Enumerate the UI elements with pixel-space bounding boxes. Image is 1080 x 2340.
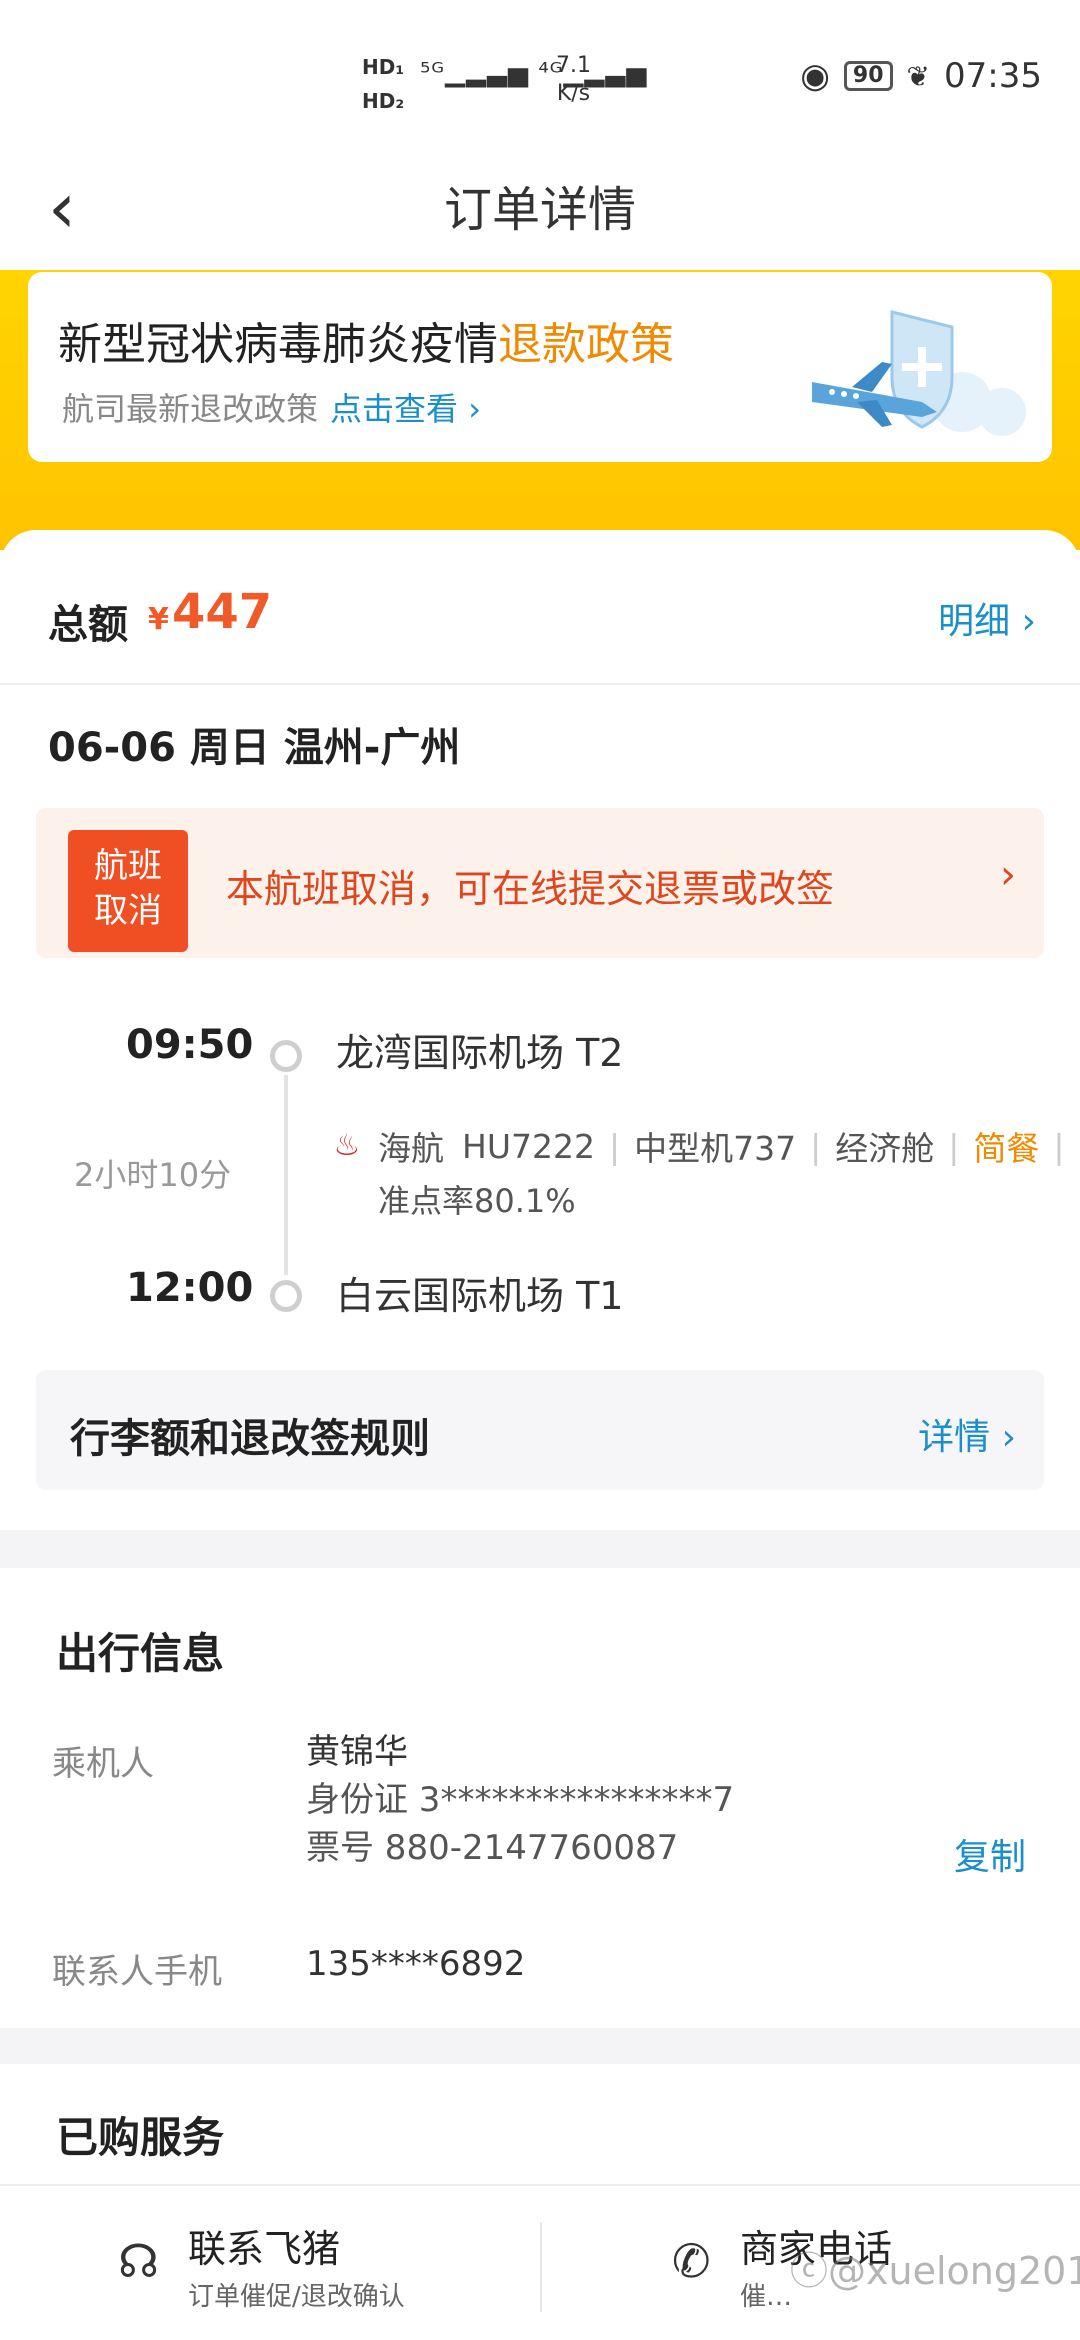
airline-logo-icon: ♨ bbox=[333, 1128, 361, 1163]
baggage-rules-row[interactable]: 行李额和退改签规则 详情 › bbox=[36, 1370, 1044, 1490]
hd-voice-indicator: HD₁ HD₂ bbox=[362, 50, 404, 118]
arrival-node-icon bbox=[270, 1280, 302, 1312]
total-amount: 447 bbox=[172, 584, 273, 640]
separator: | bbox=[948, 1126, 960, 1166]
flight-duration: 2小时10分 bbox=[74, 1156, 232, 1194]
network-speed: 7.1 K/s bbox=[556, 52, 591, 108]
aircraft-type: 中型机737 bbox=[634, 1129, 797, 1168]
id-card: 身份证 3****************7 bbox=[306, 1780, 735, 1820]
watermark: ⓒ@xuelong2018 bbox=[790, 2249, 1080, 2293]
cancel-badge-line1: 航班 bbox=[94, 846, 162, 886]
airline-name: 海航 bbox=[378, 1129, 444, 1168]
travel-info-section: 出行信息 乘机人 黄锦华 身份证 3****************7 票号 8… bbox=[0, 1568, 1080, 2028]
chevron-right-icon: › bbox=[1000, 852, 1016, 898]
meal-type: 简餐 bbox=[973, 1129, 1040, 1168]
currency-symbol: ¥ bbox=[148, 602, 169, 637]
cancel-badge-line2: 取消 bbox=[94, 891, 162, 931]
phone-icon: ✆ bbox=[672, 2234, 711, 2288]
departure-node-icon bbox=[270, 1040, 302, 1072]
leaf-icon: ❦ bbox=[906, 59, 931, 93]
rules-title: 行李额和退改签规则 bbox=[70, 1416, 430, 1462]
cabin-class: 经济舱 bbox=[835, 1129, 935, 1168]
contact-subtitle: 订单催促/退改确认 bbox=[188, 2282, 405, 2312]
separator: | bbox=[1053, 1126, 1065, 1166]
hd2-label: HD₂ bbox=[362, 89, 405, 113]
battery-icon: 90 bbox=[843, 61, 893, 91]
shield-plane-illustration bbox=[812, 310, 1026, 436]
section-divider bbox=[0, 1530, 1080, 1568]
contact-phone: 135****6892 bbox=[306, 1944, 526, 1984]
separator: | bbox=[810, 1126, 822, 1166]
speed-value: 7.1 bbox=[556, 53, 591, 78]
signal-icon: ⁵ᴳ▁▂▃▅ ⁴ᴳ▁▂▃▅ bbox=[420, 58, 648, 88]
nav-header: ‹ 订单详情 bbox=[0, 150, 1080, 270]
contact-fliggy-button[interactable]: ☊ 联系飞猪 订单催促/退改确认 bbox=[0, 2186, 540, 2340]
hd1-label: HD₁ bbox=[362, 55, 405, 79]
view-policy-link[interactable]: 点击查看 › bbox=[330, 390, 481, 428]
on-time-rate: 准点率80.1% bbox=[378, 1182, 576, 1220]
banner-subtitle-text: 航司最新退改政策 bbox=[62, 390, 319, 428]
order-card: 总额 ¥ 447 明细 › 06-06 周日 温州-广州 航班 取消 本航班取消… bbox=[0, 530, 1080, 1530]
section-divider bbox=[0, 2028, 1080, 2064]
banner-title-main: 新型冠状病毒肺炎疫情 bbox=[58, 319, 498, 370]
total-label: 总额 bbox=[48, 602, 128, 648]
eye-icon: ◉ bbox=[800, 56, 830, 96]
merchant-subtitle: 催… bbox=[740, 2282, 793, 2312]
total-row: 总额 ¥ 447 明细 › bbox=[0, 530, 1080, 685]
departure-airport: 龙湾国际机场 T2 bbox=[336, 1031, 624, 1075]
contact-label: 联系人手机 bbox=[52, 1952, 222, 1992]
departure-time: 09:50 bbox=[126, 1022, 254, 1068]
section-title: 出行信息 bbox=[56, 1629, 225, 1678]
contact-title: 联系飞猪 bbox=[188, 2227, 341, 2271]
timeline-line bbox=[284, 1075, 288, 1275]
page-title: 订单详情 bbox=[443, 182, 636, 238]
flight-info: ♨ 海航 HU7222 | 中型机737 | 经济舱 | 简餐 | bbox=[330, 1122, 1078, 1170]
status-right: ◉ 90 ❦ 07:35 bbox=[800, 56, 1042, 96]
flight-cancel-notice[interactable]: 航班 取消 本航班取消，可在线提交退票或改签 › bbox=[36, 808, 1044, 958]
banner-title: 新型冠状病毒肺炎疫情退款政策 bbox=[58, 308, 674, 372]
cancel-badge: 航班 取消 bbox=[68, 830, 188, 952]
cancel-text: 本航班取消，可在线提交退票或改签 bbox=[226, 867, 835, 911]
flight-number: HU7222 bbox=[462, 1126, 595, 1166]
passenger-name: 黄锦华 bbox=[306, 1732, 408, 1772]
passenger-info: 黄锦华 身份证 3****************7 票号 880-214776… bbox=[306, 1728, 734, 1872]
banner-title-highlight: 退款政策 bbox=[498, 319, 674, 370]
speed-unit: K/s bbox=[556, 81, 591, 106]
separator: | bbox=[608, 1126, 621, 1166]
refund-policy-banner[interactable]: 新型冠状病毒肺炎疫情退款政策 航司最新退改政策 点击查看 › bbox=[28, 272, 1052, 462]
copy-button[interactable]: 复制 bbox=[954, 1828, 1026, 1880]
purchased-services-section: 已购服务 bbox=[0, 2064, 1080, 2184]
ticket-number: 票号 880-2147760087 bbox=[306, 1828, 679, 1868]
passenger-label: 乘机人 bbox=[52, 1744, 154, 1784]
status-bar: HD₁ HD₂ ⁵ᴳ▁▂▃▅ ⁴ᴳ▁▂▃▅ 7.1 K/s ◉ 90 ❦ 07:… bbox=[0, 0, 1080, 150]
section-title: 已购服务 bbox=[56, 2113, 225, 2162]
arrival-airport: 白云国际机场 T1 bbox=[336, 1274, 624, 1318]
clock: 07:35 bbox=[944, 56, 1042, 96]
date-route: 06-06 周日 温州-广州 bbox=[48, 725, 461, 771]
rules-detail-link[interactable]: 详情 › bbox=[918, 1408, 1016, 1460]
price-detail-link[interactable]: 明细 › bbox=[938, 592, 1036, 644]
arrival-time: 12:00 bbox=[126, 1265, 254, 1311]
banner-subtitle: 航司最新退改政策 点击查看 › bbox=[62, 384, 481, 430]
headset-icon: ☊ bbox=[118, 2234, 159, 2288]
